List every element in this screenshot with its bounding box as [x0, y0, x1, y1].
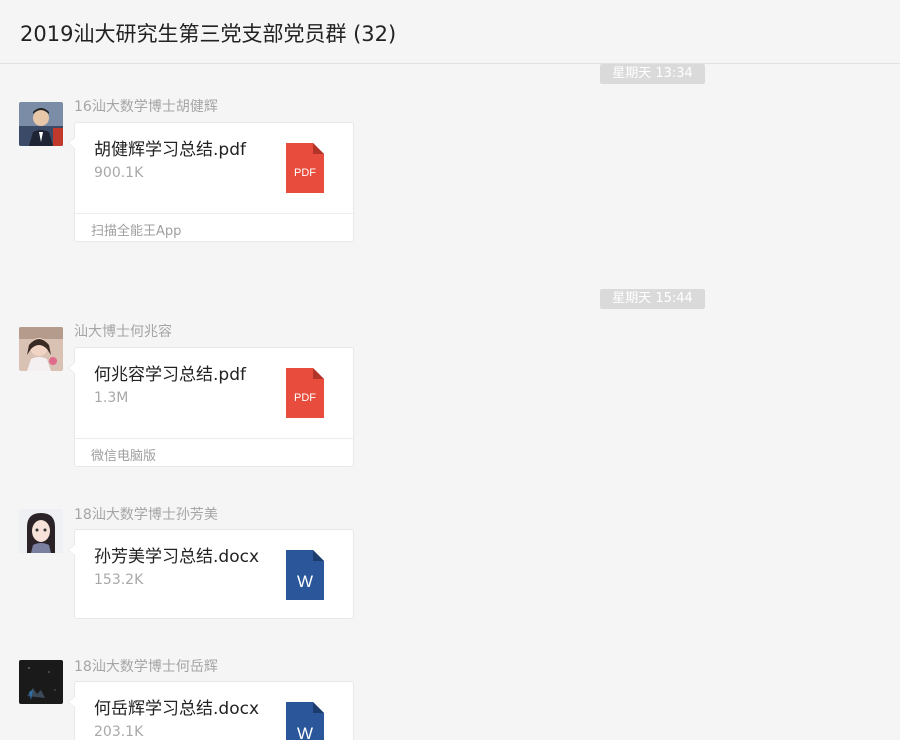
message-list[interactable]: 星期天 13:34 16汕大数学博士胡健辉 胡健辉学习总结.pdf 900.1K…	[0, 64, 900, 740]
pdf-icon: PDF	[286, 368, 324, 418]
message-source: 扫描全能王App	[75, 213, 353, 243]
word-icon: W	[286, 550, 324, 600]
file-message[interactable]: 孙芳美学习总结.docx 153.2K W	[68, 529, 354, 619]
word-icon: W	[286, 702, 324, 740]
file-message[interactable]: 何兆容学习总结.pdf 1.3M PDF 微信电脑版	[68, 347, 354, 468]
avatar[interactable]	[19, 660, 63, 704]
file-size: 153.2K	[94, 572, 144, 588]
avatar[interactable]	[19, 102, 63, 146]
file-size: 1.3M	[94, 390, 129, 406]
word-icon-label: W	[297, 724, 313, 740]
timestamp: 星期天 15:44	[600, 289, 705, 309]
sender-name: 汕大博士何兆容	[74, 324, 172, 340]
file-size: 203.1K	[94, 724, 144, 740]
word-icon-label: W	[297, 572, 313, 591]
sender-name: 18汕大数学博士孙芳美	[74, 507, 218, 523]
file-message[interactable]: 胡健辉学习总结.pdf 900.1K PDF 扫描全能王App	[68, 122, 354, 243]
pdf-icon-label: PDF	[294, 167, 316, 179]
file-name: 孙芳美学习总结.docx	[94, 547, 260, 567]
timestamp: 星期天 13:34	[600, 64, 705, 84]
avatar[interactable]	[19, 327, 63, 371]
file-name: 何岳辉学习总结.docx	[94, 699, 260, 719]
pdf-icon-label: PDF	[294, 392, 316, 404]
chat-header: 2019汕大研究生第三党支部党员群 (32)	[0, 0, 900, 64]
avatar[interactable]	[19, 509, 63, 553]
pdf-icon: PDF	[286, 143, 324, 193]
message-source: 微信电脑版	[75, 438, 353, 468]
sender-name: 16汕大数学博士胡健辉	[74, 99, 218, 115]
file-name: 胡健辉学习总结.pdf	[94, 140, 246, 160]
chat-title: 2019汕大研究生第三党支部党员群 (32)	[20, 22, 397, 46]
sender-name: 18汕大数学博士何岳辉	[74, 659, 218, 675]
source-label: 微信电脑版	[91, 449, 157, 464]
file-size: 900.1K	[94, 165, 144, 181]
file-name: 何兆容学习总结.pdf	[94, 365, 246, 385]
source-label: 扫描全能王App	[91, 224, 182, 239]
file-message[interactable]: 何岳辉学习总结.docx 203.1K W	[68, 681, 354, 740]
